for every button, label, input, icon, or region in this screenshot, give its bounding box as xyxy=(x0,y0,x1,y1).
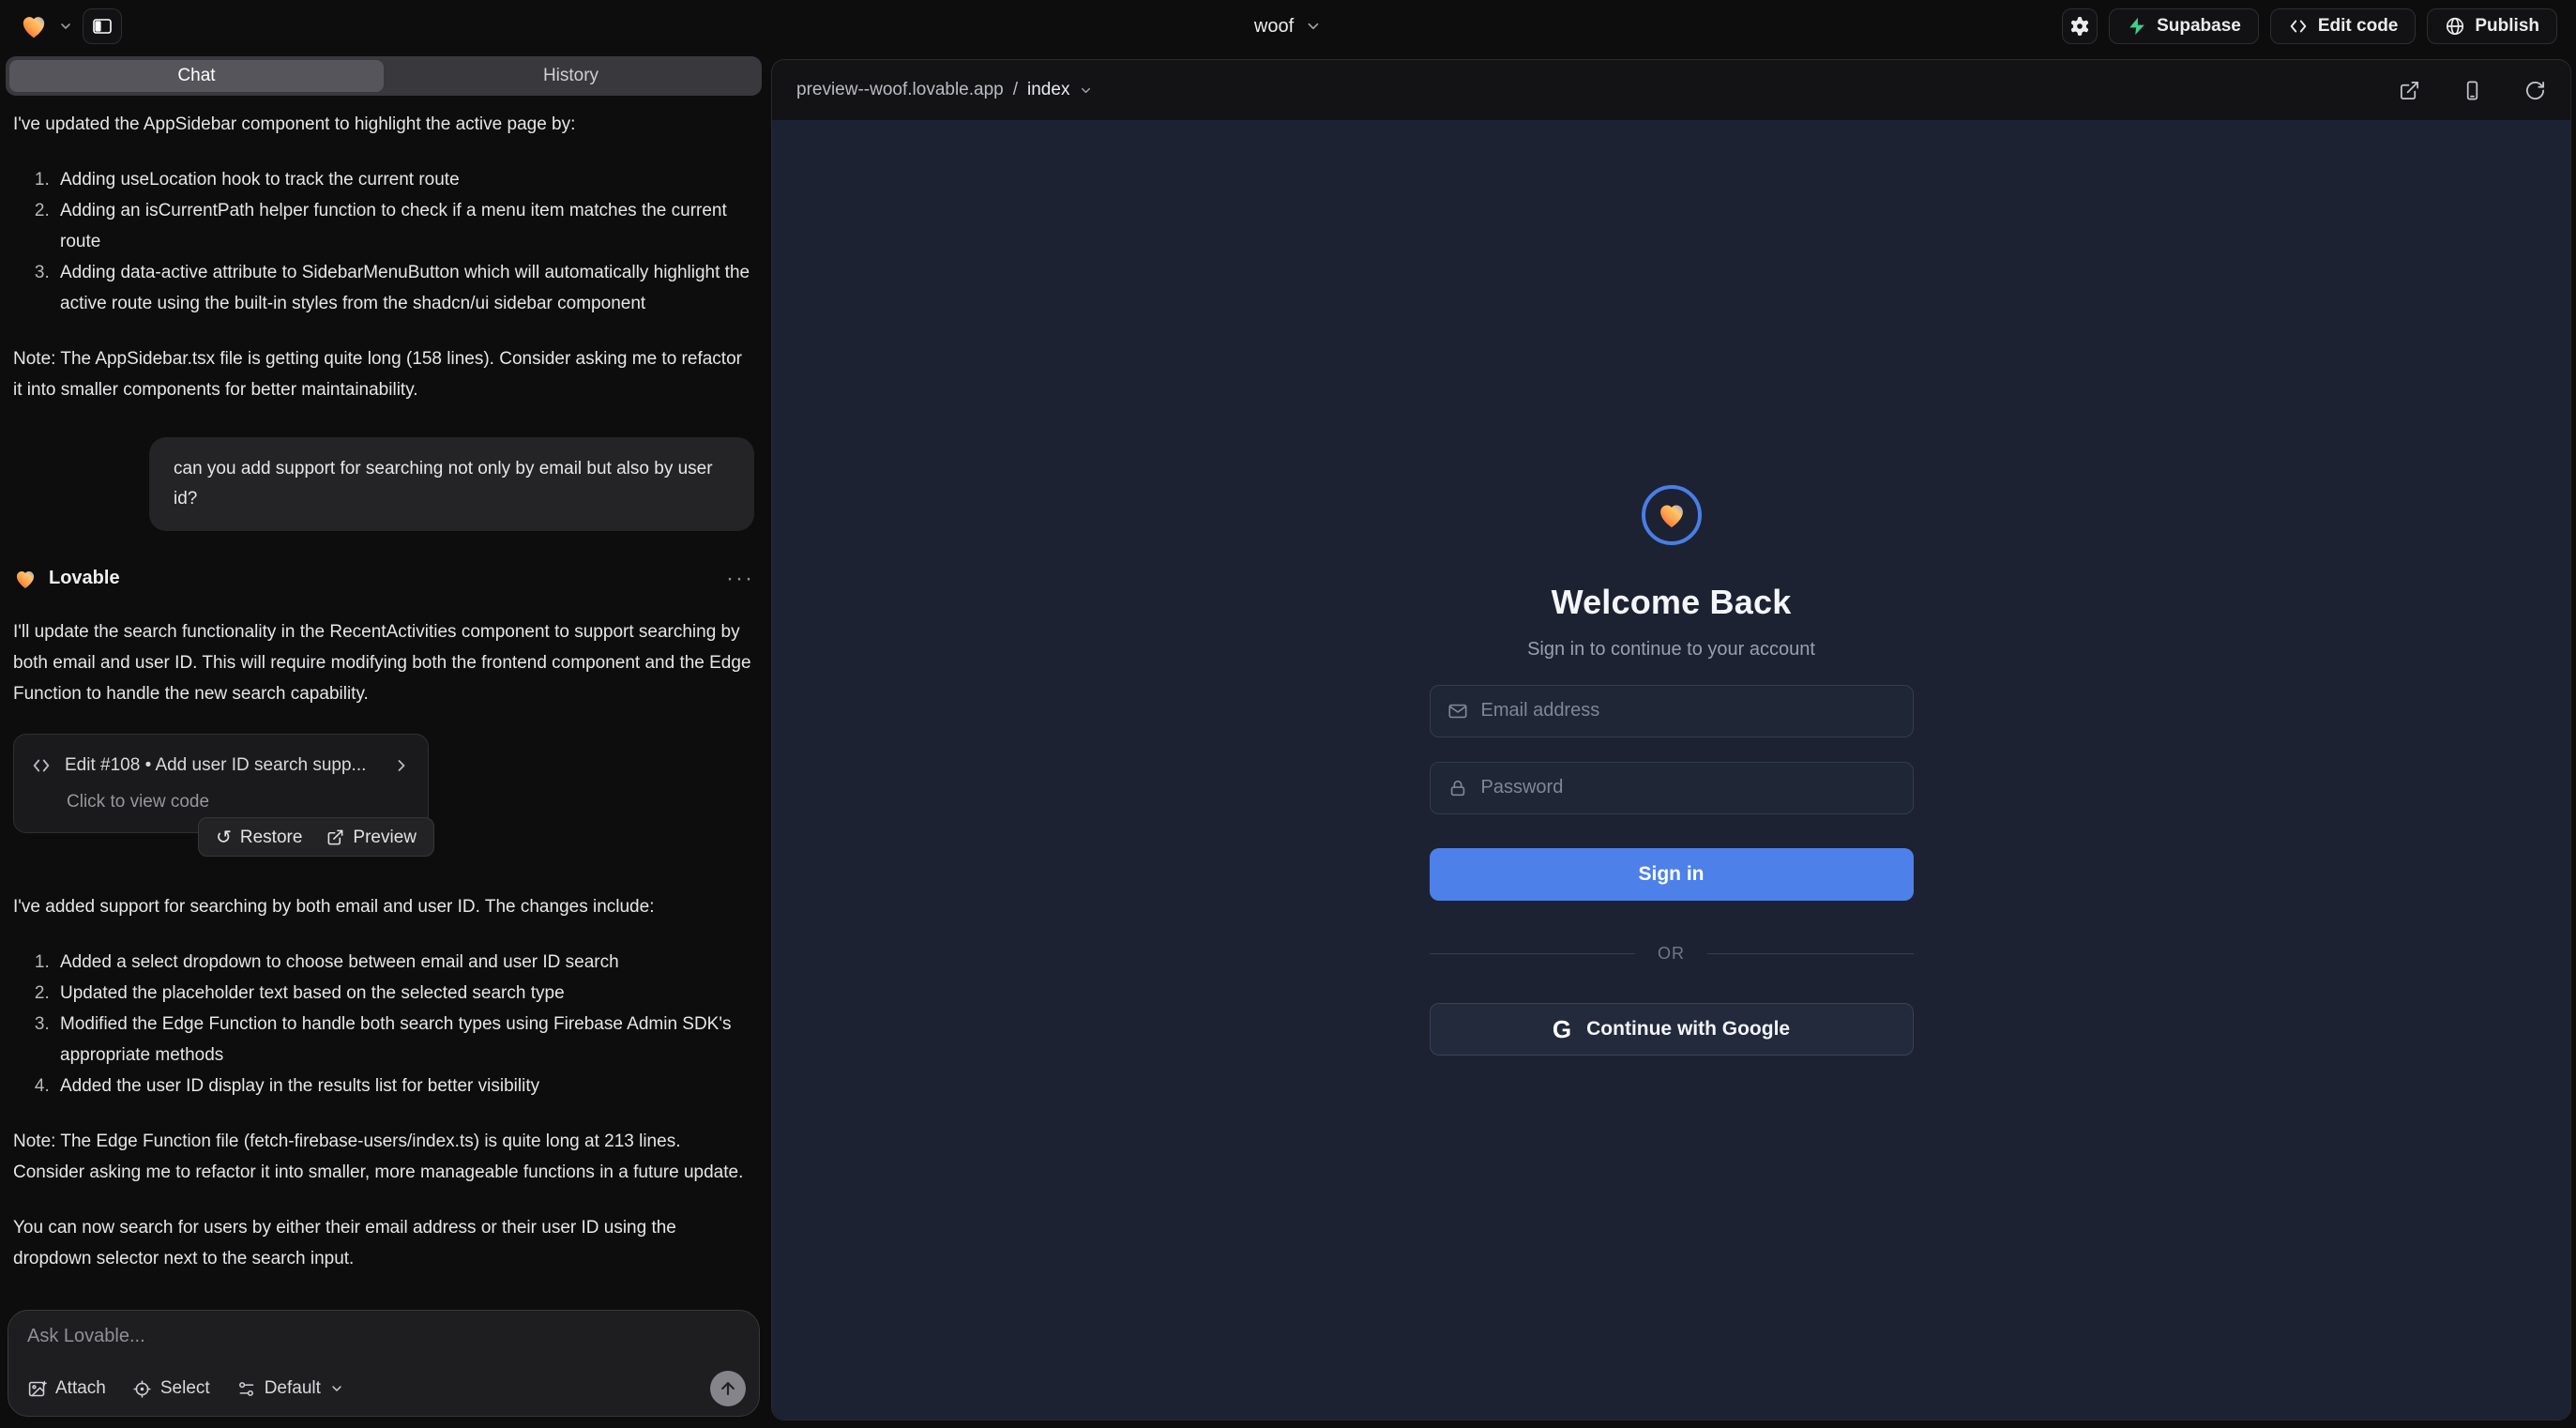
lovable-app: woof Supabase Edit code Publish xyxy=(0,0,2576,1428)
heart-icon xyxy=(1656,499,1688,531)
preview-page: index xyxy=(1027,80,1069,100)
select-target-icon xyxy=(132,1379,152,1399)
page-subtitle: Sign in to continue to your account xyxy=(1527,639,1815,661)
assistant-name: Lovable xyxy=(49,563,120,594)
preview-url: preview--woof.lovable.app xyxy=(796,80,1004,100)
project-name: woof xyxy=(1254,16,1294,38)
supabase-button[interactable]: Supabase xyxy=(2109,8,2259,44)
external-link-icon xyxy=(2399,80,2420,101)
google-g-icon: G xyxy=(1553,1017,1571,1041)
smartphone-icon xyxy=(2462,80,2483,101)
code-icon xyxy=(2288,16,2309,37)
password-field[interactable]: Password xyxy=(1430,762,1914,814)
user-message-bubble: can you add support for searching not on… xyxy=(149,437,754,531)
composer: Ask Lovable... Attach Select Default xyxy=(8,1310,760,1417)
edit-card-subtitle: Click to view code xyxy=(67,786,411,817)
chat-scroll-area[interactable]: I've updated the AppSidebar component to… xyxy=(6,96,762,1295)
project-chevron-down-icon xyxy=(1305,18,1322,35)
chat-panel: Chat History I've updated the AppSidebar… xyxy=(0,53,767,1428)
refresh-icon xyxy=(2524,80,2546,101)
attach-image-icon xyxy=(27,1379,47,1399)
lovable-logo-heart-icon[interactable] xyxy=(19,11,49,41)
arrow-up-icon xyxy=(719,1379,737,1398)
lock-icon xyxy=(1447,778,1468,798)
list-item: Adding data-active attribute to SidebarM… xyxy=(54,257,754,319)
edit-code-button[interactable]: Edit code xyxy=(2270,8,2417,44)
message-menu-dots-icon[interactable]: ··· xyxy=(726,568,754,590)
signin-card: Welcome Back Sign in to continue to your… xyxy=(1430,485,1914,1056)
mode-selector[interactable]: Default xyxy=(236,1378,344,1399)
edit-card-title: Edit #108 • Add user ID search supp... xyxy=(65,750,379,781)
publish-button[interactable]: Publish xyxy=(2427,8,2557,44)
lovable-heart-icon xyxy=(13,567,49,591)
globe-icon xyxy=(2445,16,2465,37)
external-link-icon xyxy=(326,828,344,846)
mobile-view-button[interactable] xyxy=(2462,80,2483,101)
list-item: Added the user ID display in the results… xyxy=(54,1071,754,1101)
assistant-paragraph: You can now search for users by either t… xyxy=(13,1212,754,1274)
preview-url-selector[interactable]: preview--woof.lovable.app / index xyxy=(796,80,1093,100)
preview-iframe: Welcome Back Sign in to continue to your… xyxy=(772,120,2570,1420)
assistant-list: Added a select dropdown to choose betwee… xyxy=(13,947,754,1101)
preview-panel: preview--woof.lovable.app / index xyxy=(771,59,2571,1420)
sign-in-button[interactable]: Sign in xyxy=(1430,848,1914,901)
chevron-down-icon xyxy=(329,1381,344,1396)
project-menu-chevron-icon[interactable] xyxy=(58,19,73,34)
list-item: Added a select dropdown to choose betwee… xyxy=(54,947,754,978)
tab-history[interactable]: History xyxy=(384,60,758,92)
mail-icon xyxy=(1447,701,1468,722)
list-item: Modified the Edge Function to handle bot… xyxy=(54,1009,754,1071)
list-item: Updated the placeholder text based on th… xyxy=(54,978,754,1009)
refresh-button[interactable] xyxy=(2524,80,2546,101)
supabase-bolt-icon xyxy=(2127,16,2147,37)
or-divider: OR xyxy=(1430,944,1914,964)
page-title: Welcome Back xyxy=(1552,583,1792,622)
list-item: Adding useLocation hook to track the cur… xyxy=(54,164,754,195)
assistant-message-header: Lovable ··· xyxy=(13,563,754,594)
composer-input[interactable]: Ask Lovable... xyxy=(27,1326,740,1347)
send-button[interactable] xyxy=(710,1371,746,1406)
chevron-down-icon xyxy=(1079,84,1093,98)
assistant-list: Adding useLocation hook to track the cur… xyxy=(13,164,754,319)
chevron-right-icon xyxy=(392,756,411,775)
assistant-paragraph: I'll update the search functionality in … xyxy=(13,616,754,709)
top-bar: woof Supabase Edit code Publish xyxy=(0,0,2576,53)
restore-button[interactable]: ↺ Restore xyxy=(216,822,302,853)
app-logo xyxy=(1642,485,1702,545)
settings-button[interactable] xyxy=(2062,8,2098,44)
email-field[interactable]: Email address xyxy=(1430,685,1914,737)
toggle-sidebar-button[interactable] xyxy=(83,8,122,44)
list-item: Adding an isCurrentPath helper function … xyxy=(54,195,754,257)
gear-icon xyxy=(2068,15,2091,38)
assistant-note: Note: The Edge Function file (fetch-fire… xyxy=(13,1126,754,1188)
preview-header: preview--woof.lovable.app / index xyxy=(772,60,2570,120)
tab-chat[interactable]: Chat xyxy=(9,60,384,92)
assistant-note: Note: The AppSidebar.tsx file is getting… xyxy=(13,343,754,405)
project-switcher[interactable]: woof xyxy=(1254,0,1322,53)
sliders-icon xyxy=(236,1379,256,1399)
preview-button[interactable]: Preview xyxy=(326,822,417,853)
select-element-button[interactable]: Select xyxy=(132,1378,210,1399)
assistant-paragraph: I've updated the AppSidebar component to… xyxy=(13,109,754,140)
assistant-paragraph: I've added support for searching by both… xyxy=(13,891,754,922)
continue-with-google-button[interactable]: G Continue with Google xyxy=(1430,1003,1914,1056)
code-icon xyxy=(31,755,52,776)
open-in-new-tab-button[interactable] xyxy=(2399,80,2420,101)
chat-history-tabs: Chat History xyxy=(6,56,762,96)
attach-button[interactable]: Attach xyxy=(27,1378,106,1399)
edit-card-actions: ↺ Restore Preview xyxy=(198,817,434,857)
restore-icon: ↺ xyxy=(216,828,232,846)
